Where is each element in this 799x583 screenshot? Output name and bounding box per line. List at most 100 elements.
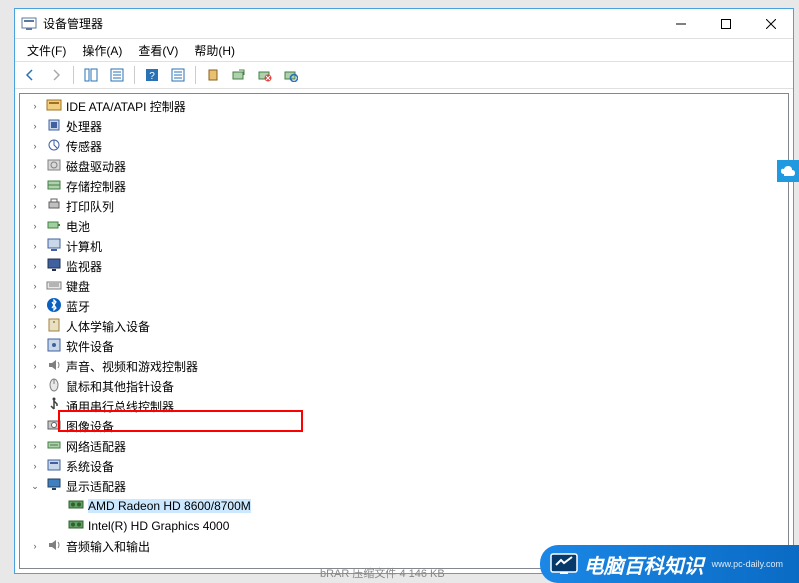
- tree-category[interactable]: ›处理器: [20, 116, 788, 136]
- expand-icon[interactable]: ›: [28, 99, 42, 113]
- sensor-icon: [46, 137, 66, 156]
- tree-category[interactable]: › 通用串行总线控制器: [20, 396, 788, 416]
- hid-icon: [46, 317, 66, 336]
- app-icon: [21, 16, 37, 32]
- maximize-button[interactable]: [703, 9, 748, 38]
- tree-category[interactable]: ›IDE ATA/ATAPI 控制器: [20, 96, 788, 116]
- update-driver-button[interactable]: [202, 64, 224, 86]
- tree-category-label: 图像设备: [66, 418, 114, 435]
- show-hide-console-tree-button[interactable]: [80, 64, 102, 86]
- tree-device-item[interactable]: Intel(R) HD Graphics 4000: [20, 516, 788, 536]
- expand-icon[interactable]: ›: [28, 399, 42, 413]
- tree-category-label: 网络适配器: [66, 438, 126, 455]
- collapse-icon[interactable]: ⌄: [28, 479, 42, 493]
- tree-category-label: 音频输入和输出: [66, 538, 150, 555]
- toolbar: ?: [15, 61, 793, 89]
- disable-device-button[interactable]: [280, 64, 302, 86]
- expand-icon[interactable]: ›: [28, 219, 42, 233]
- toolbar-separator: [195, 66, 196, 84]
- expand-icon[interactable]: ›: [28, 359, 42, 373]
- tree-category-label: 显示适配器: [66, 478, 126, 495]
- tree-category[interactable]: › 传感器: [20, 136, 788, 156]
- tree-category-label: 键盘: [66, 278, 90, 295]
- gpu-icon: [68, 517, 88, 536]
- mouse-icon: [46, 377, 66, 396]
- tree-category-label: 通用串行总线控制器: [66, 398, 174, 415]
- minimize-button[interactable]: [658, 9, 703, 38]
- tree-category[interactable]: ›计算机: [20, 236, 788, 256]
- camera-icon: [46, 417, 66, 436]
- tree-category[interactable]: ›声音、视频和游戏控制器: [20, 356, 788, 376]
- toolbar-separator: [73, 66, 74, 84]
- tree-category[interactable]: › 鼠标和其他指针设备: [20, 376, 788, 396]
- tree-category-label: 监视器: [66, 258, 102, 275]
- tree-category-label: 磁盘驱动器: [66, 158, 126, 175]
- monitor-icon: [46, 257, 66, 276]
- expand-icon[interactable]: ›: [28, 379, 42, 393]
- properties-button[interactable]: [106, 64, 128, 86]
- system-icon: [46, 457, 66, 476]
- tree-category[interactable]: ›系统设备: [20, 456, 788, 476]
- disk-icon: [46, 157, 66, 176]
- cloud-sync-icon[interactable]: [777, 160, 799, 182]
- expand-icon[interactable]: ›: [28, 419, 42, 433]
- expand-icon[interactable]: ›: [28, 319, 42, 333]
- help-button[interactable]: ?: [141, 64, 163, 86]
- tree-category[interactable]: ›软件设备: [20, 336, 788, 356]
- window-title: 设备管理器: [43, 15, 658, 32]
- menubar: 文件(F) 操作(A) 查看(V) 帮助(H): [15, 39, 793, 61]
- expand-icon[interactable]: ›: [28, 239, 42, 253]
- expand-icon[interactable]: ›: [28, 539, 42, 553]
- tree-category-label: 打印队列: [66, 198, 114, 215]
- tree-device-label: AMD Radeon HD 8600/8700M: [88, 499, 251, 513]
- close-button[interactable]: [748, 9, 793, 38]
- tree-category-label: 鼠标和其他指针设备: [66, 378, 174, 395]
- tree-category-label: 传感器: [66, 138, 102, 155]
- tree-category[interactable]: ⌄ 显示适配器: [20, 476, 788, 496]
- audio-icon: [46, 357, 66, 376]
- storage-icon: [46, 177, 66, 196]
- tree-scroll-area[interactable]: ›IDE ATA/ATAPI 控制器›处理器›传感器›磁盘驱动器›存储控制器›打…: [19, 93, 789, 569]
- expand-icon[interactable]: ›: [28, 339, 42, 353]
- watermark: 电脑百科知识 www.pc-daily.com: [540, 545, 799, 583]
- expand-icon[interactable]: ›: [28, 199, 42, 213]
- uninstall-device-button[interactable]: [254, 64, 276, 86]
- expand-icon[interactable]: ›: [28, 159, 42, 173]
- menu-action[interactable]: 操作(A): [74, 40, 130, 61]
- tree-category[interactable]: › 监视器: [20, 256, 788, 276]
- back-button[interactable]: [19, 64, 41, 86]
- tree-category-label: 蓝牙: [66, 298, 90, 315]
- scan-hardware-button[interactable]: [228, 64, 250, 86]
- expand-icon[interactable]: ›: [28, 259, 42, 273]
- menu-help[interactable]: 帮助(H): [186, 40, 243, 61]
- tree-category[interactable]: › 键盘: [20, 276, 788, 296]
- tree-category[interactable]: › 磁盘驱动器: [20, 156, 788, 176]
- tree-device-item[interactable]: AMD Radeon HD 8600/8700M: [20, 496, 788, 516]
- expand-icon[interactable]: ›: [28, 439, 42, 453]
- watermark-text: 电脑百科知识: [584, 550, 704, 579]
- expand-icon[interactable]: ›: [28, 299, 42, 313]
- gpu-icon: [68, 497, 88, 516]
- export-list-button[interactable]: [167, 64, 189, 86]
- expand-icon[interactable]: ›: [28, 139, 42, 153]
- expand-icon[interactable]: ›: [28, 279, 42, 293]
- audio-icon: [46, 537, 66, 556]
- watermark-url: www.pc-daily.com: [712, 559, 783, 569]
- display-icon: [46, 477, 66, 496]
- menu-file[interactable]: 文件(F): [19, 40, 74, 61]
- menu-view[interactable]: 查看(V): [130, 40, 186, 61]
- expand-icon[interactable]: ›: [28, 459, 42, 473]
- expand-icon[interactable]: ›: [28, 179, 42, 193]
- tree-category[interactable]: ›人体学输入设备: [20, 316, 788, 336]
- tree-category[interactable]: ›电池: [20, 216, 788, 236]
- tree-category[interactable]: › 蓝牙: [20, 296, 788, 316]
- window-controls: [658, 9, 793, 38]
- tree-category[interactable]: › 打印队列: [20, 196, 788, 216]
- svg-text:?: ?: [149, 71, 155, 82]
- tree-category[interactable]: ›存储控制器: [20, 176, 788, 196]
- expand-icon[interactable]: ›: [28, 119, 42, 133]
- tree-category[interactable]: › 图像设备: [20, 416, 788, 436]
- tree-category[interactable]: › 网络适配器: [20, 436, 788, 456]
- forward-button[interactable]: [45, 64, 67, 86]
- bluetooth-icon: [46, 297, 66, 316]
